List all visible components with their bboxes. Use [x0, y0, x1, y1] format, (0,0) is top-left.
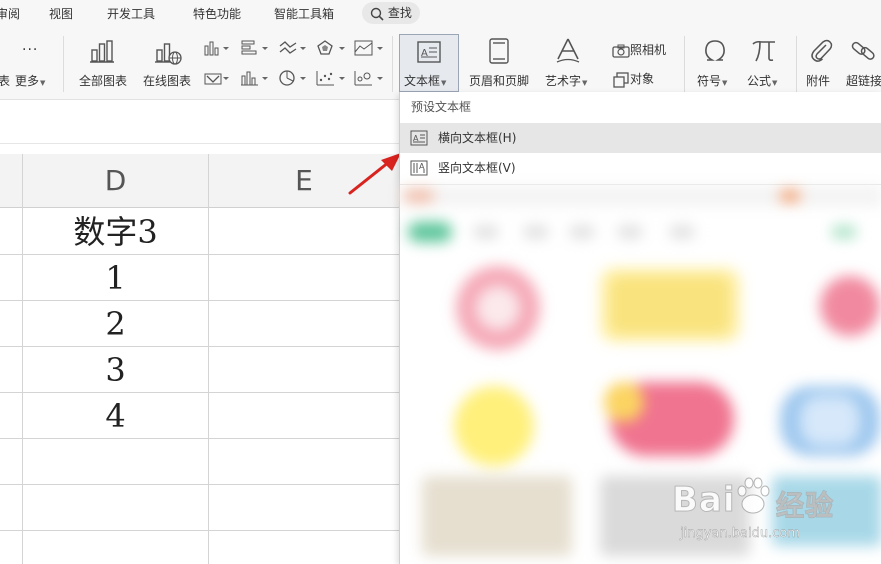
paperclip-icon[interactable] — [808, 37, 834, 65]
pi-icon[interactable] — [750, 38, 778, 64]
tab-developer[interactable]: 开发工具 — [107, 4, 155, 24]
online-charts-button[interactable]: 在线图表 — [140, 72, 194, 89]
ribbon-separator — [684, 36, 685, 92]
object-button[interactable]: 对象 — [612, 70, 654, 88]
dropdown-header: 预设文本框 — [411, 100, 472, 114]
vertical-textbox-label: 竖向文本框(V) — [438, 161, 516, 175]
baidu-paw-icon — [737, 477, 770, 514]
attachment-button[interactable]: 附件 — [806, 72, 830, 89]
all-charts-button[interactable]: 全部图表 — [76, 72, 130, 89]
line-chart-icon[interactable] — [279, 40, 307, 56]
ribbon: 表 ··· 更多▼ 全部图表 在线图表 A 文本框▼ 页眉和页脚 艺术字▼ 照相… — [0, 28, 881, 100]
ribbon-separator — [392, 36, 393, 92]
grid-line — [0, 392, 400, 393]
online-charts-icon[interactable] — [154, 38, 182, 66]
search-tab[interactable]: 查找 — [362, 2, 420, 24]
cell-d3[interactable]: 2 — [23, 302, 208, 346]
cell-d4[interactable]: 3 — [23, 348, 208, 392]
grid-line — [208, 154, 209, 564]
grid-line — [0, 254, 400, 255]
header-footer-icon[interactable] — [487, 38, 511, 64]
column-chart-icon[interactable] — [204, 40, 230, 56]
object-label: 对象 — [630, 72, 655, 86]
symbol-button[interactable]: 符号▼ — [697, 72, 727, 89]
object-icon — [613, 71, 629, 88]
more-button[interactable]: 更多▼ — [15, 72, 45, 89]
watermark-site: jingyan.baidu.com — [680, 526, 800, 541]
header-footer-button[interactable]: 页眉和页脚 — [465, 72, 533, 89]
ribbon-partial-label[interactable]: 表 — [0, 72, 10, 89]
grid-line — [0, 530, 400, 531]
ribbon-separator — [796, 36, 797, 92]
combo-chart-icon[interactable] — [241, 70, 269, 86]
grid-line — [0, 484, 400, 485]
all-charts-icon[interactable] — [89, 38, 115, 64]
wordart-label: 艺术字 — [545, 74, 582, 88]
wordart-button[interactable]: 艺术字▼ — [545, 72, 587, 89]
link-icon[interactable] — [850, 38, 880, 64]
pie-chart-icon[interactable] — [279, 70, 307, 86]
scatter-chart-icon[interactable] — [316, 70, 346, 86]
formula-label: 公式 — [747, 74, 772, 88]
more-label: 更多 — [15, 74, 40, 88]
vertical-textbox-item[interactable]: A 竖向文本框(V) — [400, 153, 881, 183]
baidu-watermark: Bai 经验 jingyan.baidu.com — [672, 470, 877, 560]
dropdown-separator — [400, 184, 881, 185]
bar-chart-icon[interactable] — [241, 40, 269, 56]
search-icon — [370, 7, 384, 21]
menu-bar: 审阅 视图 开发工具 特色功能 智能工具箱 查找 — [0, 0, 881, 28]
hyperlink-button[interactable]: 超链接 — [846, 72, 881, 89]
tab-review[interactable]: 审阅 — [0, 4, 20, 24]
tab-features[interactable]: 特色功能 — [193, 4, 241, 24]
more-icon[interactable]: ··· — [22, 42, 38, 58]
omega-icon[interactable] — [702, 38, 728, 64]
horizontal-textbox-icon: A — [410, 130, 428, 146]
horizontal-textbox-label: 横向文本框(H) — [438, 131, 517, 145]
camera-label: 照相机 — [630, 43, 667, 57]
red-arrow-annotation — [348, 153, 401, 195]
column-header-row: D E — [0, 154, 400, 208]
stock-chart-icon[interactable] — [204, 70, 230, 86]
grid-line — [0, 300, 400, 301]
tab-smart-toolbox[interactable]: 智能工具箱 — [274, 4, 334, 24]
grid-line — [0, 346, 400, 347]
textbox-label-wrap: 文本框▼ — [404, 74, 447, 88]
area-chart-icon[interactable] — [354, 40, 384, 56]
wordart-icon[interactable] — [555, 37, 581, 65]
formula-button[interactable]: 公式▼ — [747, 72, 777, 89]
cell-d5[interactable]: 4 — [23, 394, 208, 438]
cell-d1[interactable]: 数字3 — [23, 210, 208, 254]
watermark-brand: Bai — [672, 480, 736, 521]
symbol-label: 符号 — [697, 74, 722, 88]
camera-icon — [612, 44, 630, 58]
radar-chart-icon[interactable] — [316, 40, 346, 56]
horizontal-textbox-item[interactable]: A 横向文本框(H) — [400, 123, 881, 153]
vertical-textbox-icon: A — [410, 160, 428, 176]
textbox-label: 文本框 — [404, 74, 441, 88]
grid-line — [0, 438, 400, 439]
textbox-button[interactable]: A 文本框▼ — [399, 34, 459, 92]
tab-view[interactable]: 视图 — [49, 4, 73, 24]
cell-d2[interactable]: 1 — [23, 256, 208, 300]
textbox-icon: A — [417, 41, 441, 63]
column-header-d[interactable]: D — [23, 154, 208, 208]
bubble-chart-icon[interactable] — [354, 70, 384, 86]
search-label: 查找 — [387, 6, 412, 20]
camera-button[interactable]: 照相机 — [612, 41, 666, 58]
watermark-brand-suffix: 经验 — [775, 489, 835, 523]
ribbon-separator — [63, 36, 64, 92]
